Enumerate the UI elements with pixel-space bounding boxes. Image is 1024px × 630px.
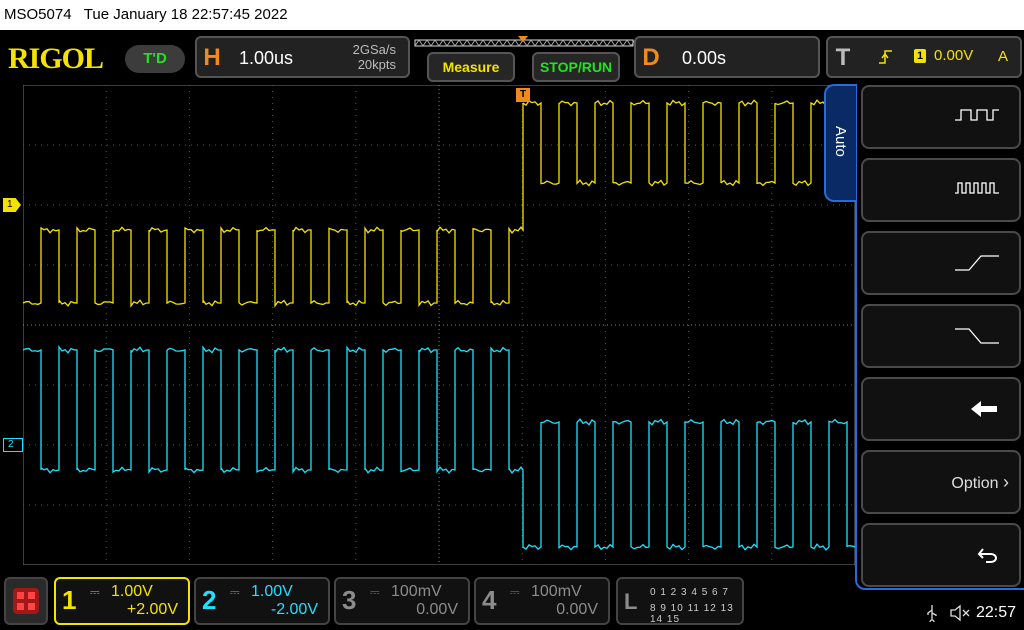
- stop-run-button[interactable]: STOP/RUN: [532, 52, 620, 82]
- rigol-logo: RIGOL: [8, 42, 104, 75]
- positive-pulse-button[interactable]: [861, 85, 1021, 149]
- ch2-offset-marker[interactable]: 2: [3, 438, 23, 452]
- waveform-canvas: [23, 85, 855, 565]
- auto-menu-tab[interactable]: Auto: [824, 84, 856, 202]
- rising-edge-button[interactable]: [861, 231, 1021, 295]
- channel-1-panel[interactable]: 1 ⎓ 1.00V +2.00V: [54, 577, 190, 625]
- dc-coupling-icon: ⎓: [230, 585, 240, 599]
- falling-edge-icon: [955, 328, 999, 344]
- ch1-offset: +2.00V: [126, 601, 178, 618]
- horizontal-letter: H: [203, 44, 221, 71]
- ch1-number: 1: [62, 585, 77, 615]
- dc-coupling-icon: ⎓: [510, 585, 520, 599]
- chevron-right-icon: ›: [1003, 472, 1009, 492]
- undo-button[interactable]: [861, 523, 1021, 587]
- trigger-panel[interactable]: T 1 0.00V A: [826, 36, 1022, 78]
- ch2-offset: -2.00V: [270, 601, 318, 618]
- pulse-train-button[interactable]: [861, 158, 1021, 222]
- sample-rate: 2GSa/s: [352, 42, 396, 57]
- undo-icon: [977, 548, 997, 563]
- dc-coupling-icon: ⎓: [370, 585, 380, 599]
- auto-tab-label: Auto: [832, 126, 849, 157]
- header-bar: RIGOL T'D H 1.00us 2GSa/s 20kpts Measure…: [0, 32, 1024, 84]
- grid-lines: [23, 85, 855, 565]
- usb-icon: [926, 604, 938, 627]
- ch4-scale: 100mV: [531, 583, 582, 600]
- channel-3-panel[interactable]: 3 ⎓ 100mV 0.00V: [334, 577, 470, 625]
- memory-bar-graphic: [414, 36, 660, 47]
- delay-value: 0.00s: [682, 48, 727, 68]
- trigger-source-badge: 1: [914, 49, 926, 63]
- trigger-status-badge: T'D: [125, 45, 185, 73]
- delay-letter: D: [642, 44, 660, 71]
- horizontal-panel[interactable]: H 1.00us 2GSa/s 20kpts: [195, 36, 410, 78]
- waveform-display[interactable]: [23, 85, 855, 565]
- datetime: Tue January 18 22:57:45 2022: [83, 6, 288, 23]
- delay-panel[interactable]: D 0.00s: [634, 36, 820, 78]
- trigger-position-marker[interactable]: T: [516, 88, 530, 102]
- ch1-offset-marker[interactable]: 1: [3, 198, 21, 212]
- channel-4-panel[interactable]: 4 ⎓ 100mV 0.00V: [474, 577, 610, 625]
- navigation-button[interactable]: [4, 577, 48, 625]
- trigger-mode: A: [997, 48, 1008, 65]
- measure-button[interactable]: Measure: [427, 52, 515, 82]
- trigger-letter: T: [835, 44, 851, 71]
- ch4-offset: 0.00V: [556, 601, 598, 618]
- pulse-train-icon: [955, 182, 999, 194]
- ch4-number: 4: [482, 585, 497, 615]
- title-bar: MSO5074 Tue January 18 22:57:45 2022: [0, 0, 1024, 30]
- digital-letter: L: [624, 589, 638, 614]
- falling-edge-button[interactable]: [861, 304, 1021, 368]
- channel-2-panel[interactable]: 2 ⎓ 1.00V -2.00V: [194, 577, 330, 625]
- timebase-value: 1.00us: [239, 48, 294, 68]
- ch2-scale: 1.00V: [251, 583, 293, 600]
- ch3-scale: 100mV: [391, 583, 442, 600]
- ch1-scale: 1.00V: [111, 583, 153, 600]
- trigger-level: 0.00V: [934, 47, 974, 64]
- single-pulse-icon: [955, 109, 999, 121]
- ch3-number: 3: [342, 585, 357, 615]
- memory-depth: 20kpts: [357, 57, 396, 72]
- ch2-number: 2: [202, 585, 217, 615]
- left-arrow-icon: [971, 401, 997, 417]
- ch3-offset: 0.00V: [416, 601, 458, 618]
- digital-row-2: 8 9 10 11 12 13 14 15: [650, 603, 734, 625]
- speaker-muted-icon: [950, 604, 970, 627]
- ch1-waveform: [23, 99, 855, 308]
- digital-channels-panel[interactable]: L 0 1 2 3 4 5 6 7 8 9 10 11 12 13 14 15: [616, 577, 744, 625]
- system-clock: 22:57: [976, 604, 1017, 621]
- model-name: MSO5074: [4, 6, 72, 23]
- rising-edge-icon: [878, 48, 894, 71]
- digital-row-1: 0 1 2 3 4 5 6 7: [650, 587, 729, 598]
- back-button[interactable]: [861, 377, 1021, 441]
- rising-edge-icon: [955, 255, 999, 271]
- memory-position-bar: [413, 36, 660, 50]
- grid-menu-icon: [13, 588, 39, 614]
- dc-coupling-icon: ⎓: [90, 585, 100, 599]
- option-label: Option ›: [951, 472, 1009, 492]
- option-button[interactable]: Option ›: [861, 450, 1021, 514]
